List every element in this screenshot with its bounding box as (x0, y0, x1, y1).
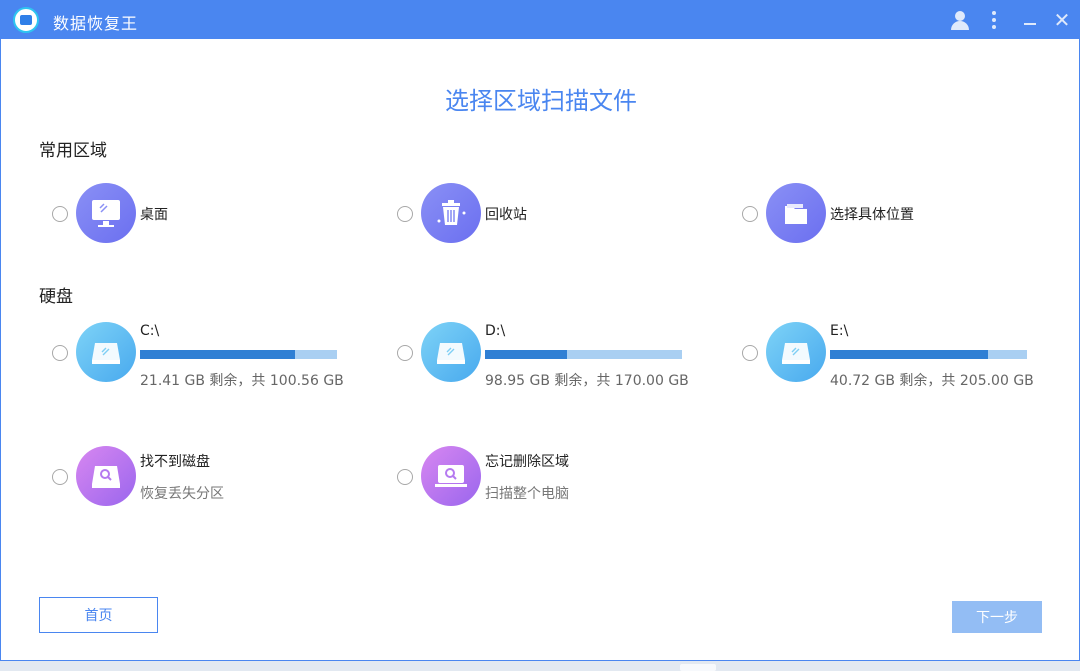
drive-item-d[interactable]: D:\ 98.95 GB 剩余，共 170.00 GB (397, 322, 697, 389)
hard-drive-icon (76, 322, 136, 382)
drive-info: 21.41 GB 剩余，共 100.56 GB (140, 373, 344, 389)
hard-drive-icon (766, 322, 826, 382)
location-item-choose-folder[interactable]: 选择具体位置 (742, 183, 1042, 245)
drive-info: 98.95 GB 剩余，共 170.00 GB (485, 373, 689, 389)
close-icon[interactable]: ✕ (1045, 1, 1079, 39)
taskbar-tab[interactable] (680, 664, 716, 671)
folder-icon (766, 183, 826, 243)
item-description: 恢复丢失分区 (140, 486, 224, 502)
radio-button[interactable] (397, 206, 413, 222)
lost-partition-item[interactable]: 找不到磁盘 恢复丢失分区 (52, 446, 352, 508)
minimize-icon[interactable] (1013, 1, 1047, 39)
drive-usage-fill (830, 350, 988, 359)
computer-search-icon (421, 446, 481, 506)
app-window: 数据恢复王 ✕ 选择区域扫描文件 常用区域 桌面 回收站 选择具体位置 硬盘 C… (0, 0, 1080, 661)
next-button[interactable]: 下一步 (952, 601, 1042, 633)
drive-usage-bar (830, 350, 1027, 359)
full-scan-item[interactable]: 忘记删除区域 扫描整个电脑 (397, 446, 697, 508)
page-title: 选择区域扫描文件 (445, 87, 637, 115)
drive-item-e[interactable]: E:\ 40.72 GB 剩余，共 205.00 GB (742, 322, 1042, 389)
location-item-desktop[interactable]: 桌面 (52, 183, 352, 245)
radio-button[interactable] (52, 345, 68, 361)
drive-info: 40.72 GB 剩余，共 205.00 GB (830, 373, 1034, 389)
user-icon[interactable] (943, 1, 977, 39)
desktop-icon (76, 183, 136, 243)
radio-button[interactable] (397, 345, 413, 361)
location-label: 桌面 (140, 207, 168, 223)
drive-usage-bar (140, 350, 337, 359)
radio-button[interactable] (52, 206, 68, 222)
app-logo-icon (13, 7, 39, 33)
location-label: 选择具体位置 (830, 207, 914, 223)
drive-name: E:\ (830, 323, 849, 339)
drive-name: C:\ (140, 323, 160, 339)
drive-name: D:\ (485, 323, 506, 339)
drive-usage-bar (485, 350, 682, 359)
radio-button[interactable] (52, 469, 68, 485)
more-menu-icon[interactable] (977, 1, 1011, 39)
drive-usage-fill (485, 350, 568, 359)
radio-button[interactable] (397, 469, 413, 485)
item-title: 找不到磁盘 (140, 454, 210, 470)
hard-drive-icon (421, 322, 481, 382)
item-description: 扫描整个电脑 (485, 486, 569, 502)
app-title: 数据恢复王 (53, 14, 139, 33)
drive-item-c[interactable]: C:\ 21.41 GB 剩余，共 100.56 GB (52, 322, 352, 389)
recycle-bin-icon (421, 183, 481, 243)
disk-search-icon (76, 446, 136, 506)
section-title-common: 常用区域 (39, 141, 107, 161)
taskbar-strip (0, 661, 1080, 671)
radio-button[interactable] (742, 345, 758, 361)
item-title: 忘记删除区域 (485, 454, 569, 470)
drive-usage-fill (140, 350, 296, 359)
location-item-recycle-bin[interactable]: 回收站 (397, 183, 697, 245)
radio-button[interactable] (742, 206, 758, 222)
title-bar: 数据恢复王 ✕ (1, 1, 1079, 39)
location-label: 回收站 (485, 207, 527, 223)
home-button[interactable]: 首页 (39, 597, 158, 633)
section-title-disks: 硬盘 (39, 287, 73, 307)
